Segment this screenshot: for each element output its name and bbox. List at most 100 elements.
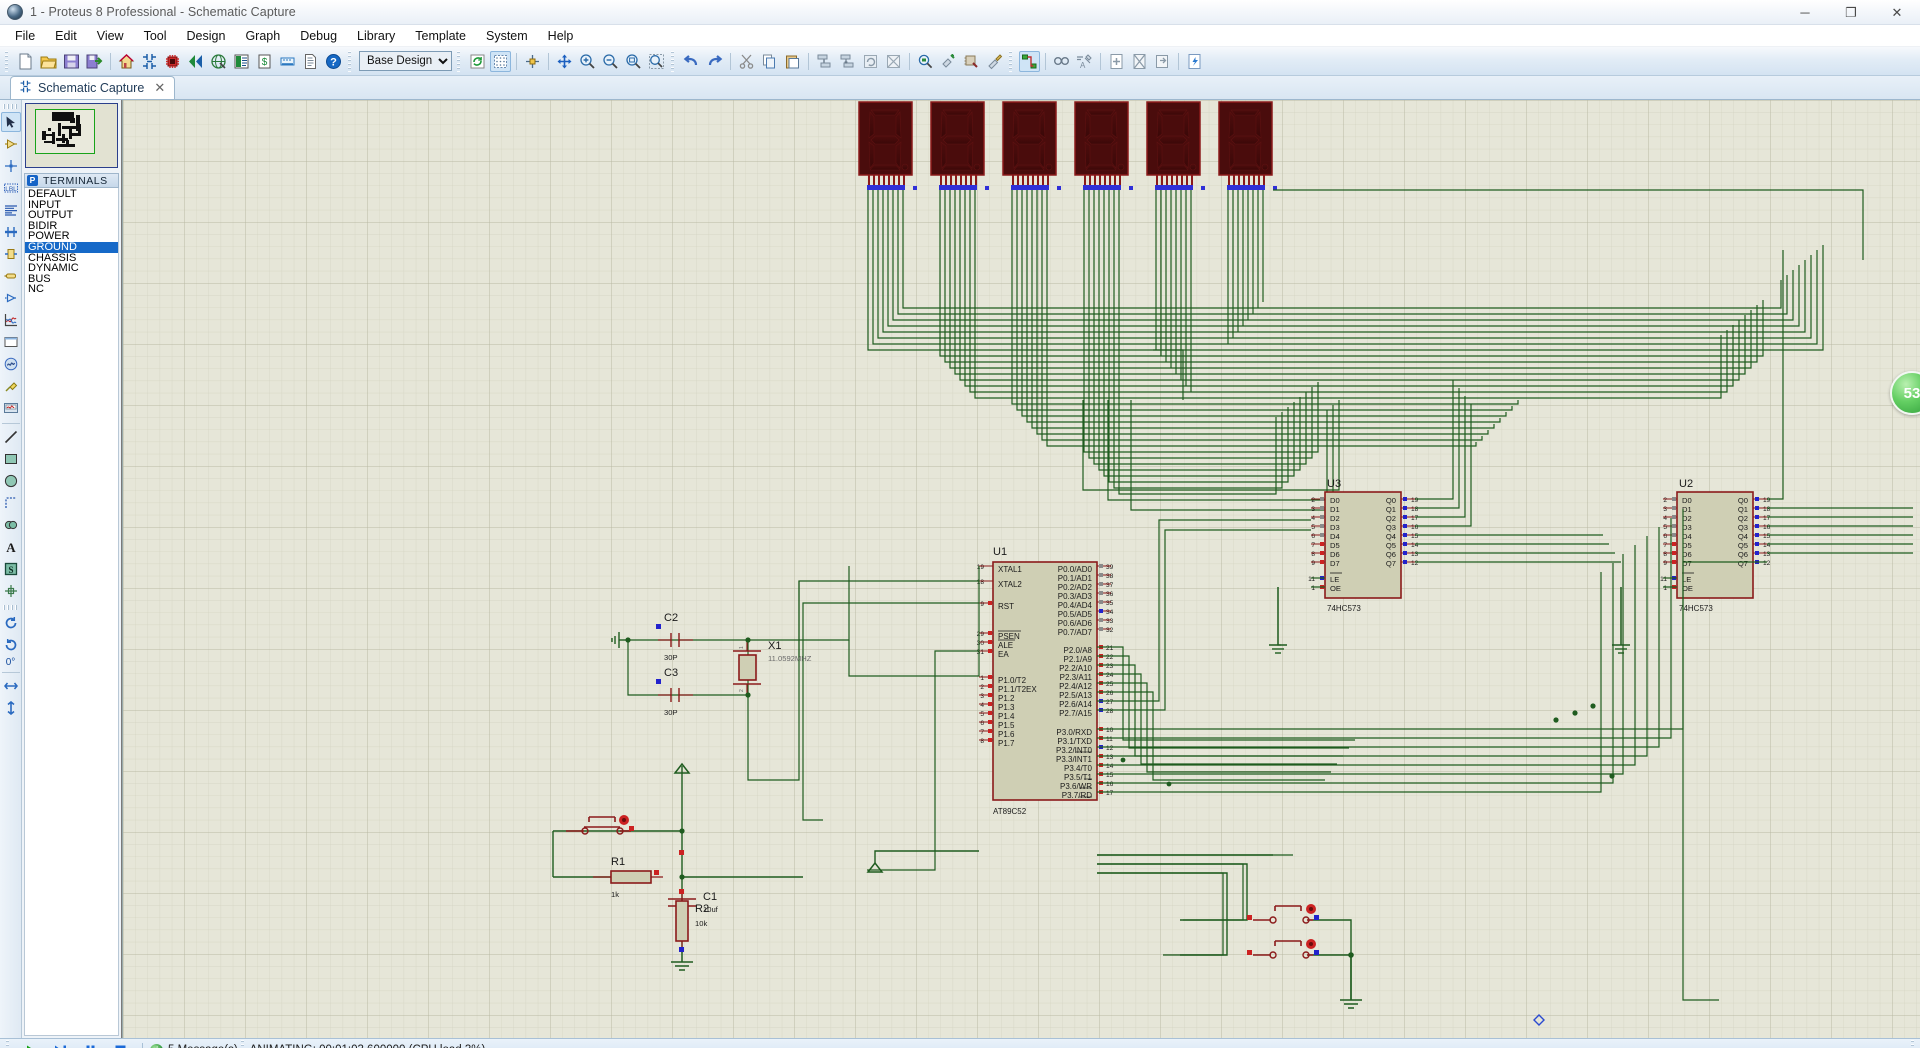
report-icon[interactable] <box>300 51 321 72</box>
undo-icon[interactable] <box>681 51 702 72</box>
terminal-item-default[interactable]: DEFAULT <box>25 189 118 200</box>
text-tool-icon[interactable]: A <box>1 537 21 557</box>
message-indicator[interactable]: i 5 Message(s) <box>150 1043 238 1048</box>
menu-template[interactable]: Template <box>405 26 476 46</box>
help-icon[interactable]: ? <box>323 51 344 72</box>
pan-icon[interactable] <box>554 51 575 72</box>
schematic-capture-icon[interactable] <box>139 51 160 72</box>
menu-file[interactable]: File <box>5 26 45 46</box>
box-tool-icon[interactable] <box>1 449 21 469</box>
decompose-icon[interactable] <box>984 51 1005 72</box>
circle-tool-icon[interactable] <box>1 471 21 491</box>
toolbar-grip-4[interactable] <box>671 50 677 72</box>
wire-label-mode-icon[interactable]: LBL <box>1 178 21 198</box>
block-delete-icon[interactable] <box>883 51 904 72</box>
close-button[interactable]: ✕ <box>1874 0 1920 25</box>
menu-tool[interactable]: Tool <box>134 26 177 46</box>
schematic-drawing[interactable]: U3 74HC573 D0D1D2D3 D4D5D6D7 LEOE Q0Q1Q2… <box>123 100 1920 1038</box>
terminals-mode-icon[interactable] <box>1 266 21 286</box>
symbol-tool-icon[interactable]: S <box>1 559 21 579</box>
search-tag-icon[interactable] <box>1051 51 1072 72</box>
tab-close-icon[interactable]: ✕ <box>154 80 165 96</box>
design-explorer-icon[interactable]: $ <box>254 51 275 72</box>
menu-edit[interactable]: Edit <box>45 26 87 46</box>
tape-recorder-mode-icon[interactable] <box>1 332 21 352</box>
menu-debug[interactable]: Debug <box>290 26 347 46</box>
selection-mode-icon[interactable] <box>0 112 21 132</box>
redo-icon[interactable] <box>704 51 725 72</box>
block-copy-icon[interactable] <box>814 51 835 72</box>
open-document-icon[interactable] <box>38 51 59 72</box>
graph-mode-icon[interactable] <box>1 310 21 330</box>
copy-icon[interactable] <box>759 51 780 72</box>
3d-visualizer-icon[interactable] <box>185 51 206 72</box>
play-button[interactable] <box>17 1041 43 1048</box>
path-tool-icon[interactable] <box>1 515 21 535</box>
pick-device-icon[interactable] <box>915 51 936 72</box>
paste-icon[interactable] <box>782 51 803 72</box>
stop-button[interactable] <box>107 1041 133 1048</box>
refresh-icon[interactable] <box>467 51 488 72</box>
overview-pane[interactable] <box>25 103 118 168</box>
toggle-grid-icon[interactable] <box>490 50 511 72</box>
property-assignment-icon[interactable]: A <box>1074 51 1095 72</box>
component-mode-icon[interactable] <box>1 134 21 154</box>
statusbar-grip[interactable] <box>6 1039 12 1048</box>
schematic-canvas[interactable]: U3 74HC573 D0 D1 D2 D3 D4 D5 D6 D7 LE OE Q0 Q1 Q2… <box>122 100 1920 1038</box>
rail-grip-2[interactable] <box>2 605 19 610</box>
pcb-layout-icon[interactable] <box>162 51 183 72</box>
minimize-button[interactable]: ─ <box>1782 0 1828 25</box>
text-script-mode-icon[interactable] <box>1 200 21 220</box>
rotate-anticlockwise-icon[interactable] <box>1 635 21 655</box>
menu-system[interactable]: System <box>476 26 538 46</box>
pause-button[interactable] <box>77 1041 103 1048</box>
menu-design[interactable]: Design <box>177 26 236 46</box>
statusbar-grip-2[interactable] <box>240 1039 247 1048</box>
toolbar-grip-3[interactable] <box>457 50 463 72</box>
actuator-icon[interactable] <box>619 815 629 825</box>
junction-dot-mode-icon[interactable] <box>1 156 21 176</box>
save-document-icon[interactable] <box>61 51 82 72</box>
wire-autorouter-icon[interactable] <box>1019 50 1040 72</box>
rail-grip[interactable] <box>2 104 19 109</box>
menu-library[interactable]: Library <box>347 26 405 46</box>
block-rotate-icon[interactable] <box>860 51 881 72</box>
source-code-icon[interactable] <box>208 51 229 72</box>
design-selector[interactable]: Base Design <box>359 51 452 71</box>
menu-help[interactable]: Help <box>538 26 584 46</box>
generator-mode-icon[interactable] <box>1 354 21 374</box>
menu-view[interactable]: View <box>87 26 134 46</box>
device-pins-mode-icon[interactable] <box>1 288 21 308</box>
block-move-icon[interactable] <box>837 51 858 72</box>
mirror-horizontal-icon[interactable] <box>1 676 21 696</box>
voltage-probe-mode-icon[interactable] <box>1 376 21 396</box>
packaging-tool-icon[interactable] <box>961 51 982 72</box>
statusbar-grip-3[interactable] <box>1911 1039 1917 1048</box>
zoom-out-icon[interactable] <box>600 51 621 72</box>
mirror-vertical-icon[interactable] <box>1 698 21 718</box>
make-device-icon[interactable] <box>938 51 959 72</box>
rotation-angle-value[interactable]: 0° <box>6 657 16 669</box>
terminal-item-ground[interactable]: GROUND <box>25 242 118 253</box>
new-document-icon[interactable] <box>15 51 36 72</box>
bill-of-materials-icon[interactable] <box>231 51 252 72</box>
goto-sheet-icon[interactable] <box>1152 51 1173 72</box>
key-actuator-icon-2[interactable] <box>1306 939 1316 949</box>
origin-icon[interactable] <box>522 51 543 72</box>
virtual-instruments-mode-icon[interactable] <box>1 398 21 418</box>
toolbar-grip-2[interactable] <box>348 50 354 72</box>
toolbar-grip[interactable] <box>5 50 11 72</box>
terminals-list[interactable]: DEFAULT INPUT OUTPUT BIDIR POWER GROUND … <box>24 188 119 1036</box>
toolbar-grip-5[interactable] <box>1009 50 1015 72</box>
step-button[interactable] <box>47 1041 73 1048</box>
terminal-item-nc[interactable]: NC <box>25 284 118 295</box>
subcircuit-mode-icon[interactable] <box>1 244 21 264</box>
remove-sheet-icon[interactable] <box>1129 51 1150 72</box>
menu-graph[interactable]: Graph <box>235 26 290 46</box>
zoom-area-icon[interactable] <box>646 51 667 72</box>
zoom-all-icon[interactable] <box>623 51 644 72</box>
key-actuator-icon-1[interactable] <box>1306 904 1316 914</box>
marker-tool-icon[interactable] <box>1 581 21 601</box>
rotate-clockwise-icon[interactable] <box>1 613 21 633</box>
exit-to-parent-icon[interactable] <box>1184 51 1205 72</box>
